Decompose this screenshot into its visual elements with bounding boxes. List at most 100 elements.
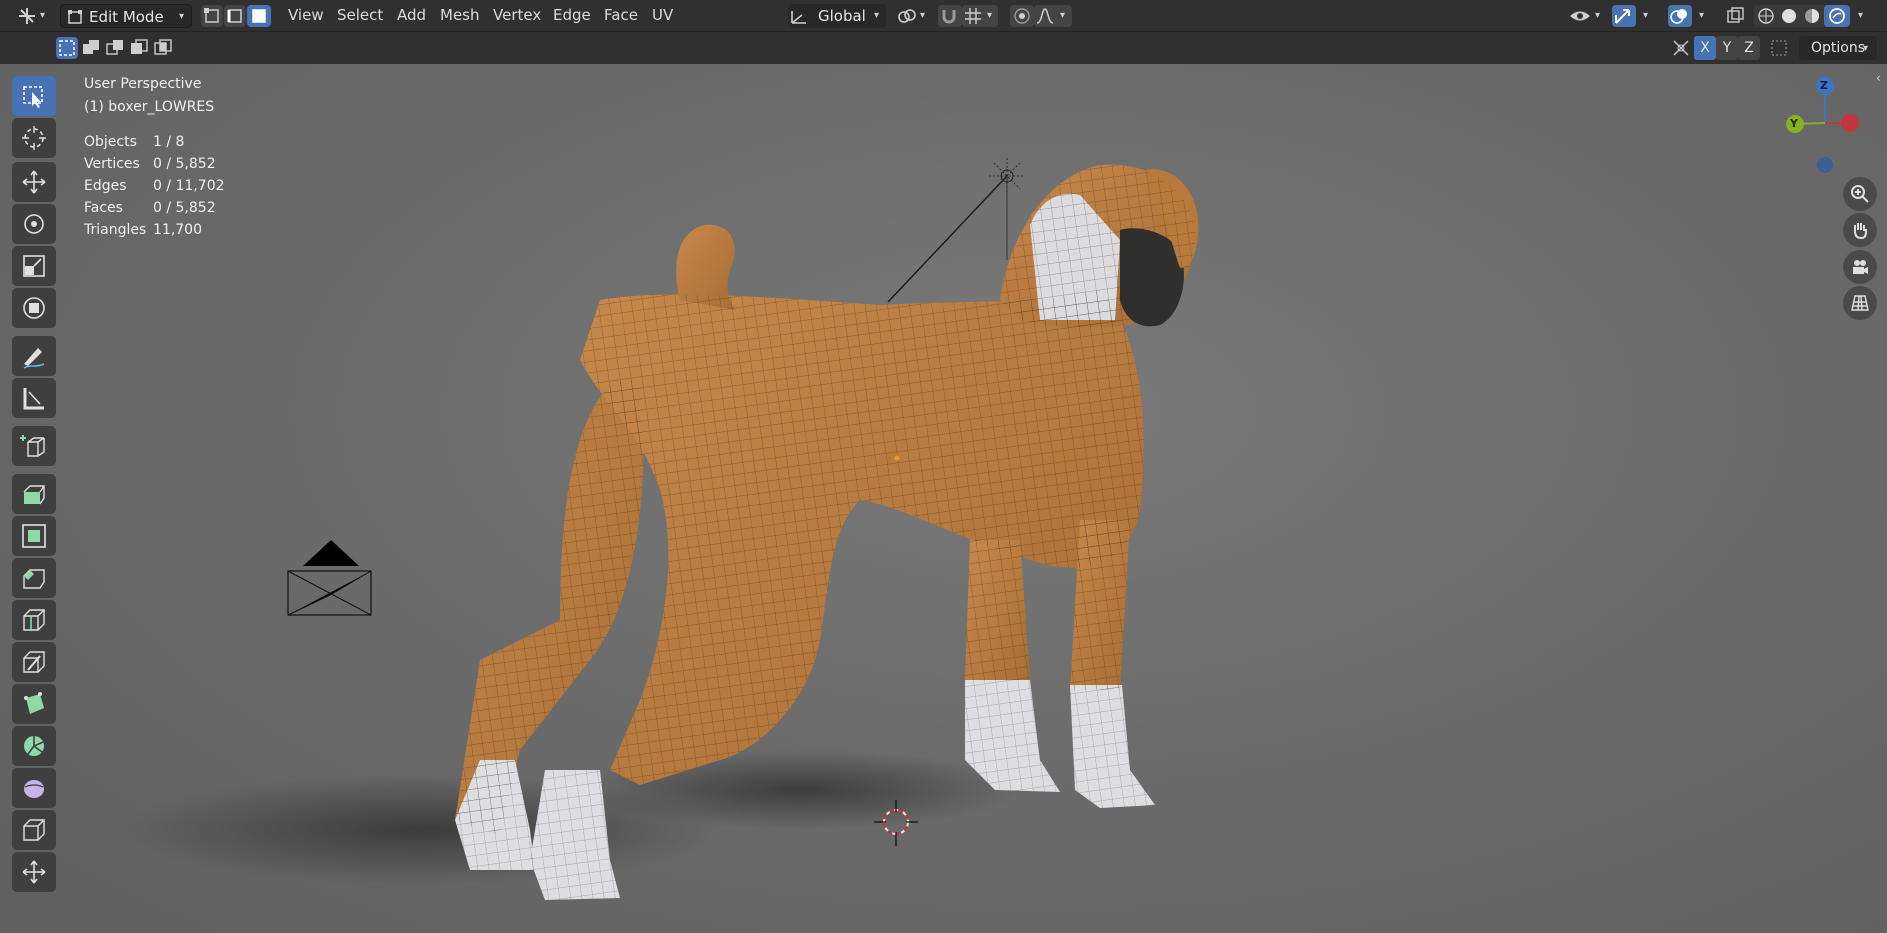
zoom-icon [1851,185,1869,203]
face-select-icon [252,9,266,23]
perspective-toggle-button[interactable] [1843,286,1877,320]
view-name: User Perspective [84,76,202,92]
gizmo-toggle[interactable] [1612,5,1636,27]
pivot-link-icon [898,9,916,23]
transform-orientation-dropdown[interactable]: Global ▾ [788,4,886,28]
tool-move[interactable] [12,162,56,202]
tool-measure[interactable] [12,378,56,418]
snap-toggle[interactable] [938,5,962,27]
select-new-icon [59,40,75,56]
wireframe-shading-icon[interactable] [1755,5,1777,27]
face-select-button[interactable] [247,5,271,27]
rendered-shading-button[interactable] [1824,5,1850,27]
menu-mesh[interactable]: Mesh [440,6,480,24]
tool-scale[interactable] [12,246,56,286]
tool-spin[interactable] [12,726,56,766]
vertex-select-icon [204,8,219,23]
eye-visibility-icon [1570,11,1590,21]
menu-face[interactable]: Face [604,6,638,24]
tool-annotate[interactable] [12,336,56,376]
orientation-label: Global [818,7,866,25]
shading-dropdown[interactable]: ▾ [1858,10,1863,21]
3d-viewport[interactable]: Z Y ‹ [0,64,1887,933]
vertex-select-button[interactable] [201,5,223,27]
menu-uv[interactable]: UV [652,6,673,24]
tool-cursor[interactable] [12,118,56,158]
tool-knife[interactable] [12,642,56,682]
menu-vertex[interactable]: Vertex [493,6,541,24]
shrink-fatten-icon [22,860,46,884]
rendered-shading-icon [1829,8,1845,24]
tool-rotate[interactable] [12,204,56,244]
select-subtract-mode[interactable] [104,37,126,59]
camera-icon [1853,260,1868,274]
spin-icon [24,736,44,756]
scene-camera[interactable] [287,540,372,616]
falloff-curve-icon [1036,8,1054,24]
menu-select[interactable]: Select [337,6,383,24]
active-object-name: (1) boxer_LOWRES [84,99,215,115]
select-invert-mode[interactable] [128,37,150,59]
chevron-down-icon: ▾ [1595,10,1601,21]
menu-view[interactable]: View [288,6,324,24]
stat-value: 0 / 5,852 [153,200,216,216]
edge-slide-icon [23,819,45,841]
tool-add-cube[interactable] [12,426,56,466]
gizmo-x-axis[interactable] [1841,114,1859,132]
mirror-icon[interactable] [1670,37,1692,59]
overlay-dropdown[interactable]: ▾ [1699,10,1704,21]
tool-transform[interactable] [12,288,56,328]
mode-label: Edit Mode [89,8,164,26]
select-intersect-icon [154,39,172,55]
pivot-dropdown[interactable]: ▾ [896,5,932,27]
camera-view-button[interactable] [1843,250,1877,284]
gizmo-y-label: Y [1790,117,1798,130]
stat-value: 1 / 8 [153,134,185,150]
xray-toggle[interactable] [1724,5,1748,27]
zoom-button[interactable] [1843,177,1877,211]
select-box-icon [23,86,43,108]
bevel-icon [23,569,45,589]
overlay-toggle[interactable] [1668,5,1692,27]
tool-extrude[interactable] [12,474,56,514]
tool-smooth[interactable] [12,768,56,808]
editor-type-button[interactable]: ▾ [16,5,50,27]
visibility-dropdown[interactable]: ▾ [1568,5,1604,27]
tool-edge-slide[interactable] [12,810,56,850]
select-intersect-mode[interactable] [152,37,174,59]
menu-edge[interactable]: Edge [553,6,591,24]
menu-add[interactable]: Add [397,6,426,24]
gizmo-dropdown[interactable]: ▾ [1643,10,1648,21]
tool-poly-build[interactable] [12,684,56,724]
options-label: Options [1811,40,1866,56]
material-shading-icon[interactable] [1801,5,1823,27]
chevron-down-icon: ▾ [1060,10,1066,21]
tool-select-box[interactable] [12,76,56,116]
mirror-x-button[interactable]: X [1694,36,1716,60]
select-extend-mode[interactable] [80,37,102,59]
pan-button[interactable] [1843,213,1877,247]
viewport-header: ▾ Edit Mode ▾ View Select Add Mesh Verte… [0,0,1887,32]
solid-shading-icon[interactable] [1778,5,1800,27]
falloff-dropdown[interactable]: ▾ [1034,5,1072,27]
extrude-icon [23,485,45,505]
tool-inset[interactable] [12,516,56,556]
scene-render [120,77,1859,900]
tool-shrink-fatten[interactable] [12,852,56,892]
mirror-y-button[interactable]: Y [1716,36,1738,60]
snap-target-dropdown[interactable]: ▾ [962,5,998,27]
mirror-z-button[interactable]: Z [1738,36,1760,60]
mode-dropdown[interactable]: Edit Mode ▾ [60,4,192,28]
stat-label: Vertices [84,156,140,172]
gizmo-neg-z-axis[interactable] [1817,157,1833,173]
topology-mirror-icon[interactable] [1768,37,1790,59]
select-new-mode[interactable] [56,37,78,59]
edge-select-icon [227,9,242,23]
proportional-edit-toggle[interactable] [1010,5,1034,27]
edge-select-button[interactable] [224,5,246,27]
options-dropdown[interactable]: Options ▾ [1799,36,1877,60]
tool-loop-cut[interactable] [12,600,56,640]
chevron-down-icon: ▾ [874,10,880,21]
tool-bevel[interactable] [12,558,56,598]
sidebar-toggle-icon[interactable]: ‹ [1876,71,1881,85]
